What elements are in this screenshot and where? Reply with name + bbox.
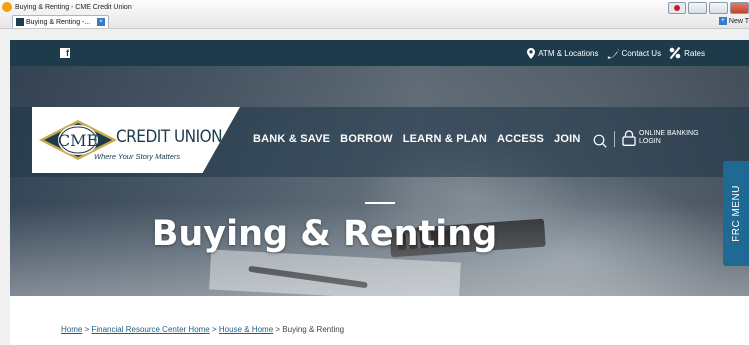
breadcrumb-sep: > bbox=[275, 325, 281, 334]
nav-learn-plan[interactable]: LEARN & PLAN bbox=[403, 133, 487, 145]
search-icon[interactable] bbox=[593, 134, 607, 148]
online-banking-login[interactable]: ONLINE BANKING LOGIN bbox=[622, 130, 699, 146]
logo-name: CREDIT UNION bbox=[116, 127, 223, 147]
breadcrumb: Home > Financial Resource Center Home > … bbox=[61, 325, 344, 334]
main-nav: BANK & SAVE BORROW LEARN & PLAN ACCESS J… bbox=[253, 133, 581, 145]
window-controls bbox=[668, 2, 749, 14]
breadcrumb-frc-home[interactable]: Financial Resource Center Home bbox=[91, 325, 209, 334]
utility-bar: f ATM & Locations Contact Us Rates bbox=[10, 40, 749, 66]
minimize-button[interactable] bbox=[688, 2, 707, 14]
frc-menu-tab[interactable]: FRC MENU bbox=[723, 161, 749, 266]
window-title: Buying & Renting - CME Credit Union bbox=[0, 0, 132, 14]
nav-divider bbox=[614, 131, 615, 147]
nav-borrow[interactable]: BORROW bbox=[340, 133, 393, 145]
browser-icon bbox=[2, 2, 12, 12]
nav-access[interactable]: ACCESS bbox=[497, 133, 544, 145]
breadcrumb-house-home[interactable]: House & Home bbox=[219, 325, 273, 334]
phone-icon bbox=[607, 48, 619, 59]
hero-rule bbox=[365, 202, 395, 204]
online-banking-label: ONLINE BANKING LOGIN bbox=[639, 130, 699, 146]
tab-close-icon[interactable]: × bbox=[97, 18, 105, 26]
new-tab-label: New T bbox=[728, 17, 749, 25]
window-title-text: Buying & Renting - CME Credit Union bbox=[15, 3, 132, 11]
contact-label: Contact Us bbox=[621, 48, 662, 58]
notification-icon[interactable] bbox=[668, 2, 686, 14]
nav-join[interactable]: JOIN bbox=[554, 133, 580, 145]
breadcrumb-sep: > bbox=[84, 325, 90, 334]
breadcrumb-sep: > bbox=[212, 325, 217, 334]
breadcrumb-home[interactable]: Home bbox=[61, 325, 82, 334]
page-title-text: Buying & Renting bbox=[151, 214, 498, 254]
facebook-icon[interactable]: f bbox=[60, 48, 70, 58]
lock-icon bbox=[622, 130, 636, 146]
contact-us-link[interactable]: Contact Us bbox=[607, 48, 662, 59]
atm-locations-link[interactable]: ATM & Locations bbox=[527, 47, 599, 59]
browser-titlebar: Buying & Renting - CME Credit Union Buyi… bbox=[0, 0, 749, 29]
hero-shade bbox=[10, 66, 749, 296]
page-title: Buying & Renting bbox=[10, 214, 749, 254]
breadcrumb-current: Buying & Renting bbox=[282, 325, 345, 334]
rates-label: Rates bbox=[684, 48, 705, 58]
hero-banner: CME CREDIT UNION Where Your Story Matter… bbox=[10, 66, 749, 296]
online-banking-line1: ONLINE BANKING bbox=[639, 130, 699, 137]
map-pin-icon bbox=[527, 47, 536, 59]
atm-label: ATM & Locations bbox=[538, 48, 599, 58]
percent-icon bbox=[669, 47, 681, 59]
new-tab-button[interactable]: + New T bbox=[718, 17, 749, 25]
online-banking-line2: LOGIN bbox=[639, 138, 661, 145]
favicon-icon bbox=[16, 18, 24, 26]
logo-mark-text: CME bbox=[58, 131, 98, 150]
tab-label: Buying & Renting -... bbox=[26, 18, 91, 26]
utility-links: ATM & Locations Contact Us Rates bbox=[527, 40, 705, 66]
close-window-button[interactable] bbox=[730, 2, 749, 14]
frc-menu-label: FRC MENU bbox=[730, 185, 742, 242]
logo-tagline: Where Your Story Matters bbox=[94, 152, 181, 161]
maximize-button[interactable] bbox=[709, 2, 728, 14]
rates-link[interactable]: Rates bbox=[669, 47, 705, 59]
browser-tab[interactable]: Buying & Renting -... × bbox=[12, 15, 109, 28]
web-page: f ATM & Locations Contact Us Rates CME C… bbox=[10, 40, 749, 345]
nav-bank-save[interactable]: BANK & SAVE bbox=[253, 133, 330, 145]
new-tab-icon: + bbox=[718, 17, 727, 25]
